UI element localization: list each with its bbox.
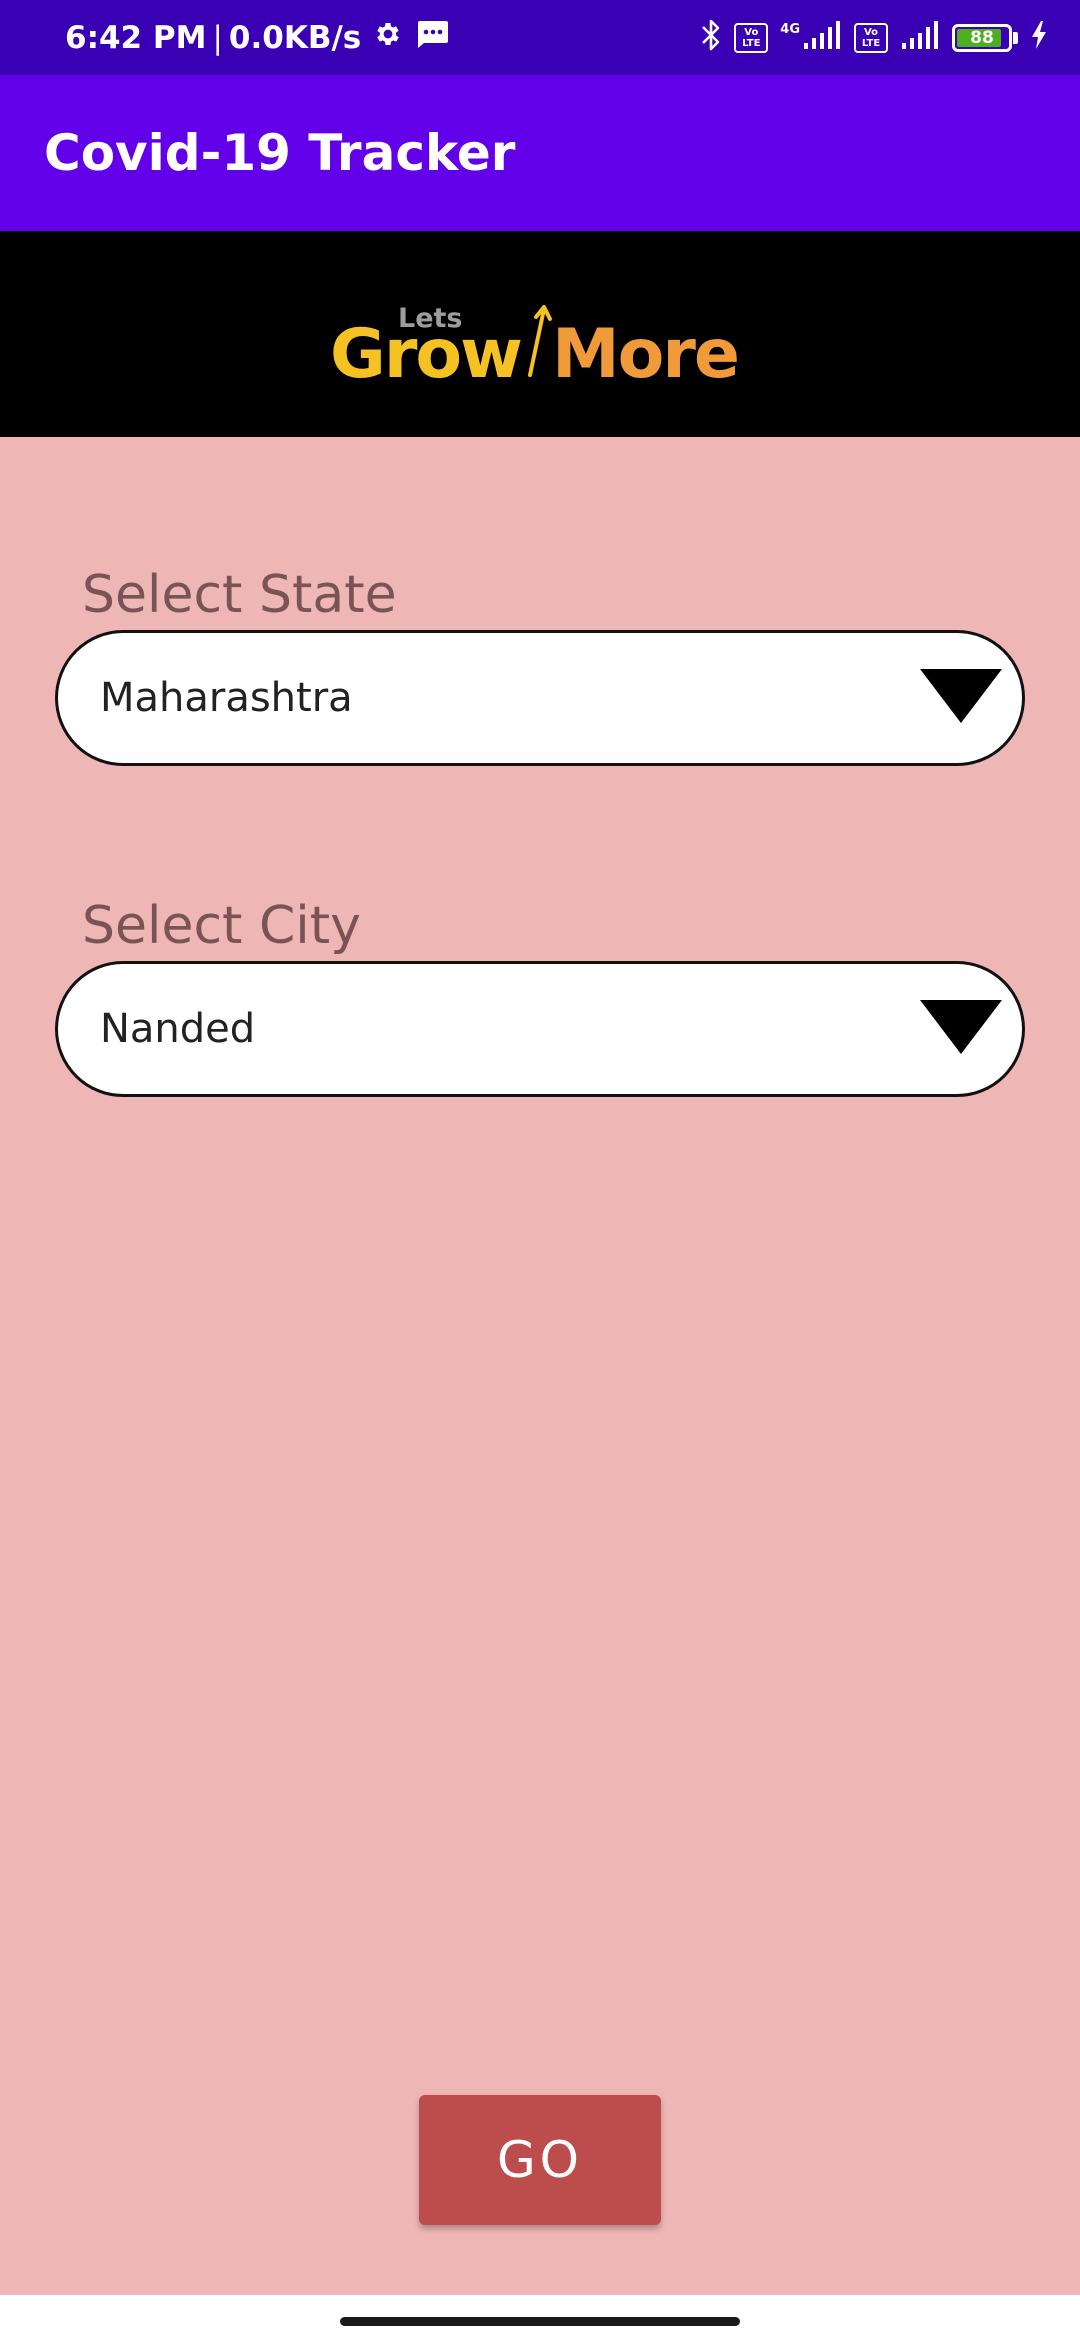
settings-icon bbox=[373, 19, 403, 57]
volte-label-bottom: LTE bbox=[742, 37, 761, 49]
status-right: Vo LTE 4G Vo LTE 88 bbox=[700, 0, 1048, 75]
status-net-speed: 0.0KB/s bbox=[228, 19, 362, 56]
logo-arrow-icon bbox=[528, 305, 552, 377]
state-spinner[interactable]: Maharashtra bbox=[55, 630, 1025, 766]
battery-body: 88 bbox=[952, 23, 1012, 52]
logo-more-text: More bbox=[552, 315, 738, 394]
battery-tip bbox=[1013, 31, 1018, 44]
volte-icon-2: Vo LTE bbox=[854, 22, 888, 53]
logo-grow-text: Grow bbox=[330, 315, 521, 394]
battery-level: 88 bbox=[970, 27, 994, 48]
volte-label-top: Vo bbox=[863, 26, 879, 38]
dropdown-arrow-icon bbox=[920, 1000, 1002, 1054]
volte-label-bottom: LTE bbox=[861, 37, 881, 49]
dropdown-arrow-icon bbox=[920, 669, 1002, 723]
message-icon bbox=[415, 19, 449, 57]
home-indicator[interactable] bbox=[340, 2317, 740, 2326]
status-separator: | bbox=[212, 19, 223, 56]
status-time: 6:42 PM bbox=[65, 19, 207, 56]
app-bar: Covid-19 Tracker bbox=[0, 75, 1080, 231]
volte-label-top: Vo bbox=[744, 26, 759, 38]
battery-icon: 88 bbox=[952, 23, 1018, 52]
select-state-label: Select State bbox=[82, 565, 397, 625]
app-title: Covid-19 Tracker bbox=[44, 124, 516, 182]
status-left: 6:42 PM | 0.0KB/s bbox=[65, 0, 449, 75]
signal-icon-2 bbox=[900, 19, 940, 56]
go-button[interactable]: GO bbox=[419, 2095, 661, 2225]
city-selected-value: Nanded bbox=[100, 1006, 256, 1052]
select-city-label: Select City bbox=[82, 896, 361, 956]
lets-grow-more-logo: Lets Grow More bbox=[330, 303, 740, 394]
volte-icon: Vo LTE bbox=[734, 22, 769, 53]
status-bar: 6:42 PM | 0.0KB/s Vo LTE 4G Vo LTE 88 bbox=[0, 0, 1080, 75]
signal-icon bbox=[802, 19, 842, 56]
content-area: Select State Maharashtra Select City Nan… bbox=[0, 437, 1080, 2295]
city-spinner[interactable]: Nanded bbox=[55, 961, 1025, 1097]
charging-icon bbox=[1030, 20, 1048, 55]
network-type-label: 4G bbox=[780, 22, 800, 37]
navigation-bar bbox=[0, 2295, 1080, 2340]
bluetooth-icon bbox=[700, 18, 722, 57]
banner: Lets Grow More bbox=[0, 231, 1080, 437]
state-selected-value: Maharashtra bbox=[100, 675, 353, 721]
